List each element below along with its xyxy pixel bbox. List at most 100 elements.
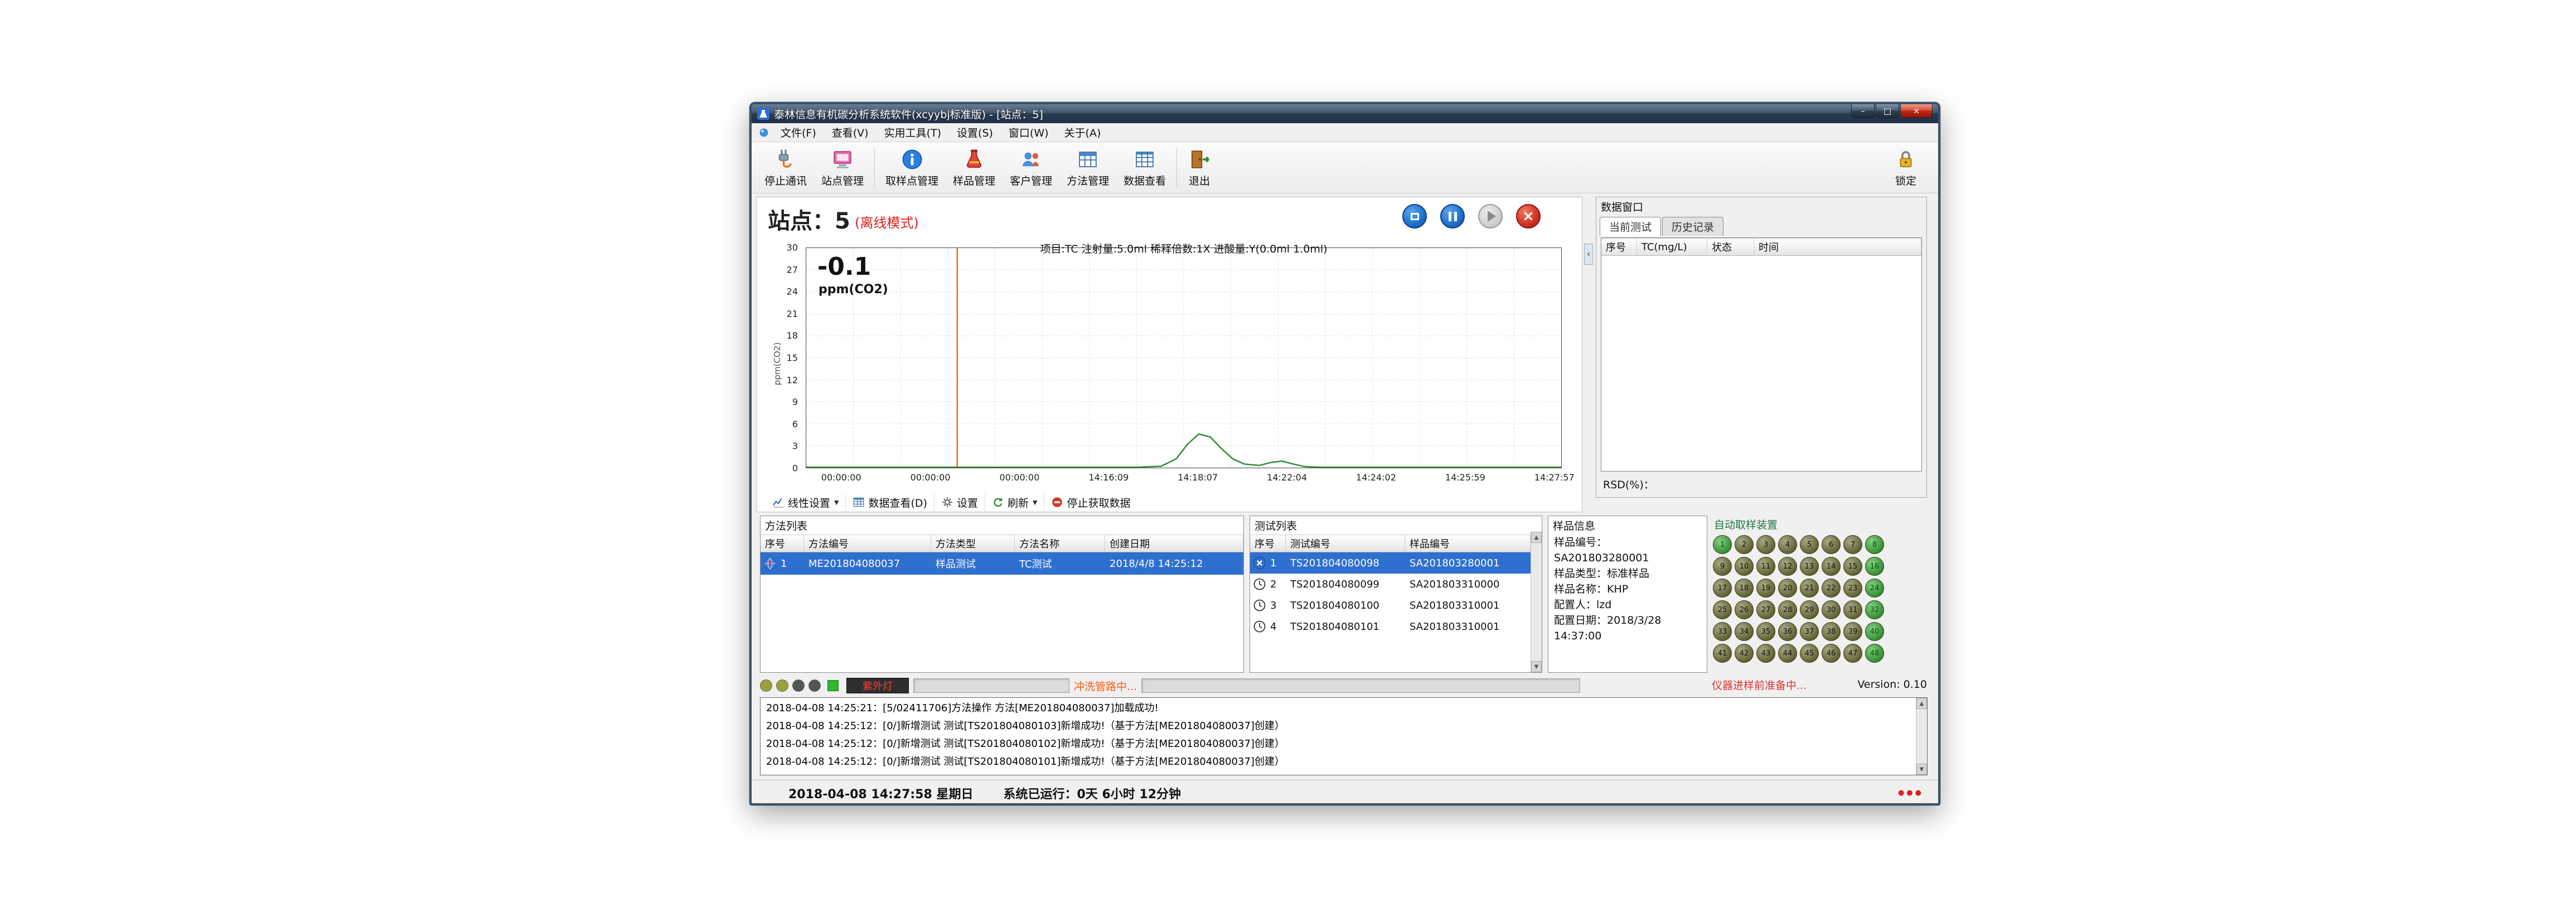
- chart-tool-data-view[interactable]: 数据查看(D): [846, 494, 934, 511]
- menu-item-2[interactable]: 实用工具(T): [877, 122, 949, 143]
- column-header[interactable]: 创建日期: [1105, 535, 1243, 552]
- toolbar-lock[interactable]: 锁定: [1887, 145, 1925, 190]
- sampler-position-24[interactable]: 24: [1865, 579, 1884, 598]
- column-header[interactable]: 方法编号: [804, 535, 931, 552]
- sampler-position-20[interactable]: 20: [1778, 579, 1797, 598]
- sampler-position-38[interactable]: 38: [1822, 622, 1841, 641]
- table-row[interactable]: ?1ME201804080037样品测试TC测试2018/4/8 14:25:1…: [761, 552, 1243, 575]
- column-header[interactable]: 序号: [1250, 535, 1286, 552]
- sampler-position-4[interactable]: 4: [1778, 535, 1797, 554]
- sampler-position-27[interactable]: 27: [1756, 600, 1775, 619]
- sampler-position-39[interactable]: 39: [1843, 622, 1862, 641]
- sampler-position-22[interactable]: 22: [1822, 579, 1841, 598]
- monitor-button[interactable]: [1402, 204, 1427, 229]
- sampler-position-36[interactable]: 36: [1778, 622, 1797, 641]
- sampler-position-42[interactable]: 42: [1735, 644, 1754, 663]
- sampler-position-35[interactable]: 35: [1756, 622, 1775, 641]
- menu-item-5[interactable]: 关于(A): [1057, 122, 1109, 143]
- sampler-position-19[interactable]: 19: [1756, 579, 1775, 598]
- toolbar-data-view[interactable]: 数据查看: [1116, 145, 1173, 190]
- chart-tool-refresh[interactable]: 刷新▼: [985, 494, 1044, 511]
- sampler-position-7[interactable]: 7: [1843, 535, 1862, 554]
- sampler-position-14[interactable]: 14: [1822, 557, 1841, 576]
- sampler-position-46[interactable]: 46: [1822, 644, 1841, 663]
- scroll-down-arrow[interactable]: ▼: [1531, 661, 1542, 672]
- sampler-position-21[interactable]: 21: [1800, 579, 1819, 598]
- sampler-position-16[interactable]: 16: [1865, 557, 1884, 576]
- column-header[interactable]: 状态: [1707, 239, 1754, 255]
- sampler-position-31[interactable]: 31: [1843, 600, 1862, 619]
- toolbar-exit[interactable]: 退出: [1180, 145, 1218, 190]
- pause-button[interactable]: [1440, 204, 1465, 229]
- sampler-position-37[interactable]: 37: [1800, 622, 1819, 641]
- toolbar-method-mgmt[interactable]: 方法管理: [1059, 145, 1116, 190]
- abort-button[interactable]: ×: [1516, 204, 1541, 229]
- sampler-position-43[interactable]: 43: [1756, 644, 1775, 663]
- sampler-position-41[interactable]: 41: [1713, 644, 1732, 663]
- close-button[interactable]: ×: [1900, 104, 1933, 118]
- chart-tool-line-settings[interactable]: 线性设置▼: [766, 494, 846, 511]
- column-header[interactable]: 序号: [1601, 239, 1637, 255]
- sampler-position-18[interactable]: 18: [1735, 579, 1754, 598]
- sampler-position-1[interactable]: 1: [1713, 535, 1732, 554]
- toolbar-site-mgmt[interactable]: 站点管理: [814, 145, 871, 190]
- column-header[interactable]: 测试编号: [1286, 535, 1405, 552]
- toolbar-customer-mgmt[interactable]: 客户管理: [1003, 145, 1059, 190]
- sampler-position-17[interactable]: 17: [1713, 579, 1732, 598]
- toolbar-stop-comm[interactable]: 停止通讯: [757, 145, 814, 190]
- table-row[interactable]: 2TS201804080099SA201803310000: [1250, 574, 1531, 595]
- scroll-up-arrow[interactable]: ▲: [1916, 698, 1927, 709]
- sampler-position-30[interactable]: 30: [1822, 600, 1841, 619]
- sampler-position-2[interactable]: 2: [1735, 535, 1754, 554]
- sampler-position-3[interactable]: 3: [1756, 535, 1775, 554]
- sampler-position-40[interactable]: 40: [1865, 622, 1884, 641]
- maximize-button[interactable]: □: [1876, 104, 1899, 118]
- column-header[interactable]: 样品编号: [1405, 535, 1531, 552]
- column-header[interactable]: TC(mg/L): [1637, 239, 1707, 255]
- chart-tool-stop-acquire[interactable]: 停止获取数据: [1044, 494, 1137, 511]
- sampler-position-44[interactable]: 44: [1778, 644, 1797, 663]
- sampler-position-29[interactable]: 29: [1800, 600, 1819, 619]
- sampler-position-23[interactable]: 23: [1843, 579, 1862, 598]
- sampler-position-13[interactable]: 13: [1800, 557, 1819, 576]
- scroll-down-arrow[interactable]: ▼: [1916, 764, 1927, 775]
- sampler-position-34[interactable]: 34: [1735, 622, 1754, 641]
- sampler-position-10[interactable]: 10: [1735, 557, 1754, 576]
- tab-history[interactable]: 历史记录: [1662, 217, 1723, 236]
- table-row[interactable]: 1TS201804080098SA201803280001: [1250, 552, 1531, 574]
- collapse-right-panel-button[interactable]: ‹: [1584, 244, 1593, 265]
- table-row[interactable]: 4TS201804080101SA201803310001: [1250, 616, 1531, 637]
- sampler-position-8[interactable]: 8: [1865, 535, 1884, 554]
- sampler-position-48[interactable]: 48: [1865, 644, 1884, 663]
- menu-item-1[interactable]: 查看(V): [824, 122, 877, 143]
- column-header[interactable]: 方法名称: [1015, 535, 1105, 552]
- sampler-position-45[interactable]: 45: [1800, 644, 1819, 663]
- column-header[interactable]: 序号: [761, 535, 804, 552]
- sampler-position-33[interactable]: 33: [1713, 622, 1732, 641]
- sampler-position-12[interactable]: 12: [1778, 557, 1797, 576]
- menu-item-0[interactable]: 文件(F): [773, 122, 824, 143]
- menu-item-3[interactable]: 设置(S): [949, 122, 1001, 143]
- chart-tool-settings[interactable]: 设置: [934, 494, 985, 511]
- sampler-position-6[interactable]: 6: [1822, 535, 1841, 554]
- menu-item-4[interactable]: 窗口(W): [1001, 122, 1057, 143]
- table-row[interactable]: 3TS201804080100SA201803310001: [1250, 595, 1531, 616]
- sampler-position-25[interactable]: 25: [1713, 600, 1732, 619]
- sampler-position-11[interactable]: 11: [1756, 557, 1775, 576]
- sampler-position-15[interactable]: 15: [1843, 557, 1862, 576]
- scrollbar[interactable]: ▲ ▼: [1916, 698, 1927, 775]
- column-header[interactable]: 时间: [1754, 239, 1921, 255]
- scrollbar[interactable]: ▲ ▼: [1531, 532, 1542, 672]
- column-header[interactable]: 方法类型: [931, 535, 1015, 552]
- minimize-button[interactable]: –: [1851, 104, 1875, 118]
- toolbar-sampling-point-mgmt[interactable]: 取样点管理: [878, 145, 946, 190]
- scroll-up-arrow[interactable]: ▲: [1531, 532, 1542, 543]
- sampler-position-47[interactable]: 47: [1843, 644, 1862, 663]
- toolbar-sample-mgmt[interactable]: 样品管理: [946, 145, 1003, 190]
- sampler-position-28[interactable]: 28: [1778, 600, 1797, 619]
- sampler-position-5[interactable]: 5: [1800, 535, 1819, 554]
- titlebar[interactable]: 泰林信息有机碳分析系统软件(xcyybj标准版) - [站点：5] – □ ×: [752, 104, 1938, 123]
- sampler-position-9[interactable]: 9: [1713, 557, 1732, 576]
- sampler-position-32[interactable]: 32: [1865, 600, 1884, 619]
- tab-current-test[interactable]: 当前测试: [1600, 217, 1661, 236]
